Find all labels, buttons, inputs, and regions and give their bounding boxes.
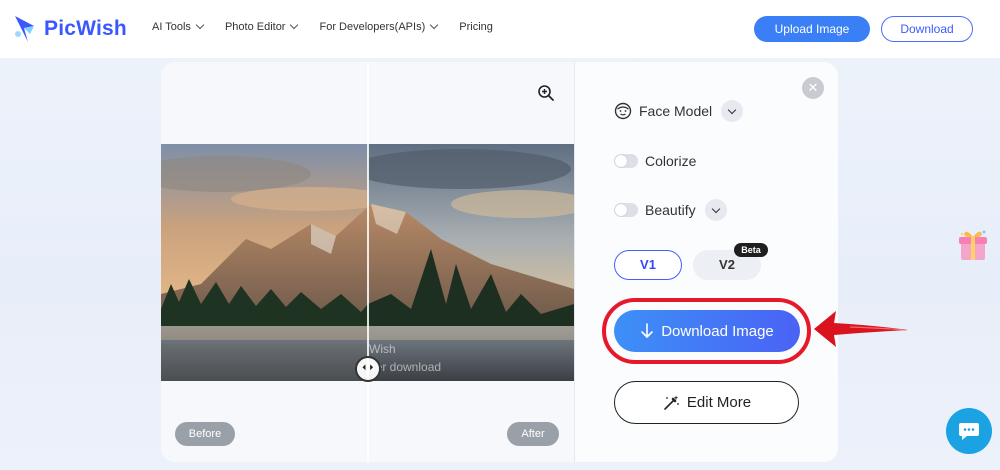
nav-pricing[interactable]: Pricing	[459, 21, 493, 33]
panel-divider	[574, 62, 575, 462]
nav-label: Pricing	[459, 21, 493, 33]
beautify-dropdown[interactable]	[704, 199, 727, 221]
logo-text: PicWish	[44, 17, 127, 40]
gift-icon[interactable]	[956, 226, 990, 264]
chevron-down-icon	[430, 20, 439, 30]
nav-photo-editor[interactable]: Photo Editor	[224, 20, 299, 33]
download-arrow-icon	[641, 323, 654, 338]
chat-button[interactable]	[946, 408, 992, 454]
edit-more-label: Edit More	[686, 394, 752, 411]
chevron-down-icon	[711, 204, 720, 213]
version-v1-button[interactable]: V1	[614, 250, 682, 280]
logo-mark-icon	[15, 16, 34, 42]
main-nav: AI Tools Photo Editor For Developers(API…	[152, 20, 515, 33]
red-arrow-annotation	[814, 311, 908, 347]
watermark-line: Wish	[369, 342, 396, 356]
chevron-down-icon	[727, 105, 737, 114]
face-model-dropdown[interactable]	[721, 100, 744, 122]
chevron-down-icon	[290, 20, 299, 30]
comparison-divider	[367, 62, 369, 462]
magic-wand-icon	[664, 395, 679, 410]
colorize-row: Colorize	[614, 153, 696, 169]
download-button[interactable]: Download	[881, 16, 973, 42]
zoom-in-icon[interactable]	[537, 84, 555, 102]
nav-for-developers[interactable]: For Developers(APIs)	[319, 20, 439, 33]
face-model-label: Face Model	[639, 103, 713, 119]
chevron-down-icon	[195, 20, 205, 30]
face-model-row: Face Model	[614, 100, 744, 122]
nav-ai-tools[interactable]: AI Tools	[152, 20, 205, 33]
chat-icon	[959, 423, 979, 440]
nav-label: For Developers(APIs)	[319, 21, 426, 33]
slider-handle-icon[interactable]	[355, 356, 381, 382]
colorize-label: Colorize	[645, 153, 697, 169]
beautify-label: Beautify	[645, 202, 696, 218]
nav-label: AI Tools	[152, 21, 191, 33]
colorize-toggle[interactable]	[614, 154, 638, 168]
download-image-label: Download Image	[661, 322, 774, 340]
top-header: PicWish AI Tools Photo Editor For Develo…	[0, 0, 1000, 58]
preview-area: Wish fter download Before After	[161, 62, 574, 462]
download-image-button[interactable]: Download Image	[614, 310, 800, 352]
logo[interactable]: PicWish	[12, 14, 127, 44]
beautify-toggle[interactable]	[614, 203, 638, 217]
beta-badge: Beta	[734, 243, 768, 257]
edit-more-button[interactable]: Edit More	[614, 381, 799, 424]
beautify-row: Beautify	[614, 199, 727, 221]
after-label: After	[507, 422, 559, 446]
nav-label: Photo Editor	[224, 21, 286, 33]
face-icon	[614, 102, 632, 120]
close-icon[interactable]: ✕	[802, 77, 824, 99]
before-label: Before	[175, 422, 235, 446]
editor-panel: Wish fter download Before After ✕ Face M…	[161, 62, 838, 462]
upload-image-button[interactable]: Upload Image	[754, 16, 870, 42]
